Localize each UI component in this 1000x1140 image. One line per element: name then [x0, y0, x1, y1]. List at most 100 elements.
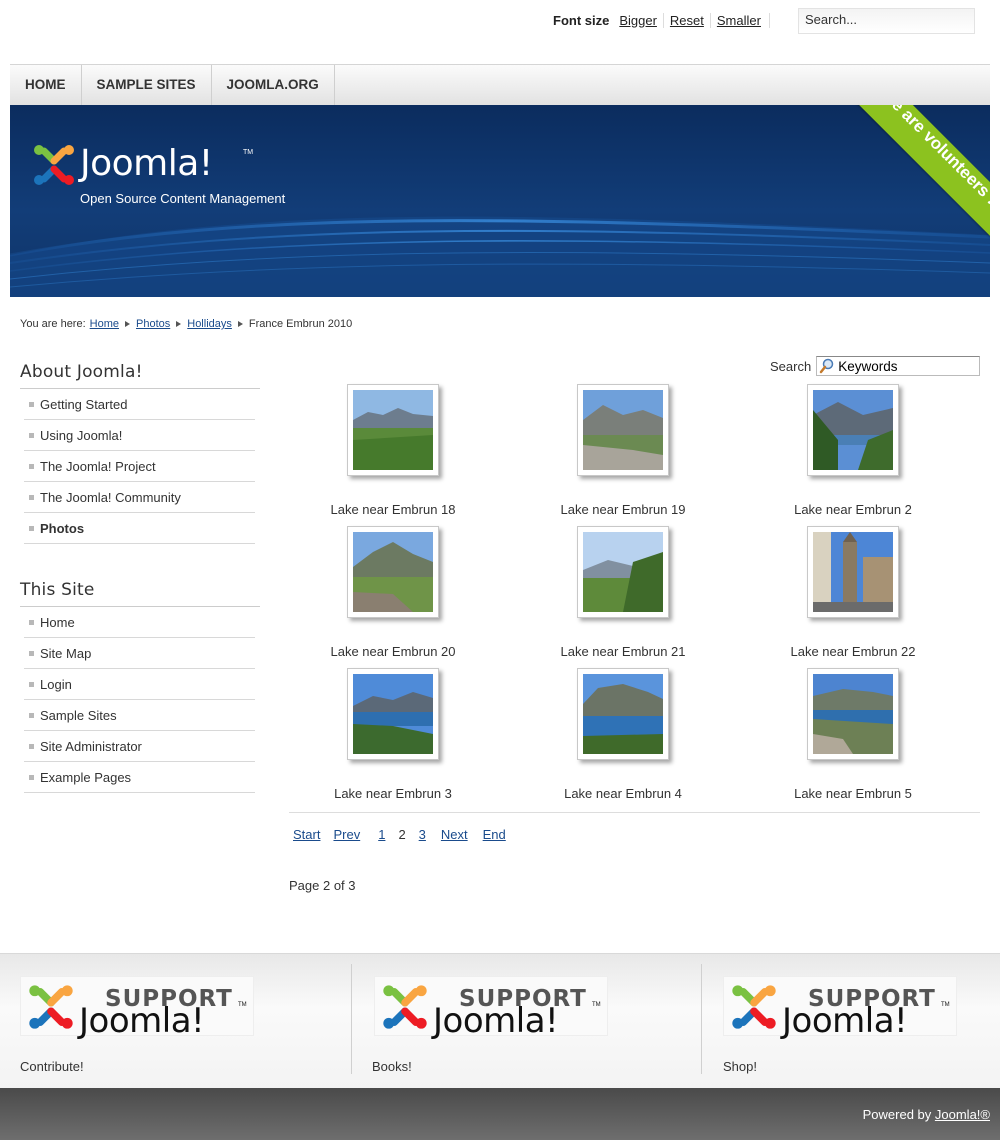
photo-caption: Lake near Embrun 22: [790, 644, 916, 659]
nav-item-joomla-org[interactable]: JOOMLA.ORG: [212, 65, 335, 105]
photo-item[interactable]: Lake near Embrun 4: [523, 668, 723, 801]
breadcrumb-arrow-icon: [237, 321, 243, 327]
nav-item-home[interactable]: HOME: [10, 65, 82, 105]
logo-trademark: TM: [243, 149, 254, 156]
footer-label-shop: Shop!: [723, 1059, 757, 1074]
sidebar-item-sample-sites[interactable]: Sample Sites: [24, 700, 255, 731]
breadcrumb: You are here: Home Photos Hollidays Fran…: [20, 318, 352, 330]
header-banner: Joomla! TM Open Source Content Managemen…: [10, 105, 990, 297]
breadcrumb-current: France Embrun 2010: [248, 318, 353, 330]
pager-page-1-link[interactable]: 1: [378, 827, 385, 842]
photo-item[interactable]: Lake near Embrun 21: [523, 526, 723, 659]
joomla-word: Joomla!: [433, 1001, 559, 1041]
photo-item[interactable]: Lake near Embrun 22: [753, 526, 953, 659]
font-size-label: Font size: [553, 13, 610, 28]
photo-caption: Lake near Embrun 2: [794, 502, 912, 517]
photo-caption: Lake near Embrun 20: [330, 644, 456, 659]
photo-item[interactable]: Lake near Embrun 18: [293, 384, 493, 517]
photo-caption: Lake near Embrun 19: [560, 502, 686, 517]
sidebar-item-home[interactable]: Home: [24, 607, 255, 638]
page-count: Page 2 of 3: [289, 878, 356, 893]
font-bigger-link[interactable]: Bigger: [619, 13, 663, 28]
breadcrumb-home-link[interactable]: Home: [90, 318, 119, 330]
top-bar: Font size Bigger Reset Smaller Search...: [0, 0, 1000, 60]
sidebar-item-getting-started[interactable]: Getting Started: [24, 389, 255, 420]
sidebar-item-login[interactable]: Login: [24, 669, 255, 700]
photo-thumbnail[interactable]: [347, 668, 439, 760]
photo-item[interactable]: Lake near Embrun 20: [293, 526, 493, 659]
site-search-input[interactable]: Search...: [798, 8, 975, 34]
nav-item-sample-sites[interactable]: SAMPLE SITES: [82, 65, 212, 105]
footer-module-contribute: SUPPORT Joomla! TM Contribute!: [20, 964, 340, 1074]
this-site-module: This Site Home Site Map Login Sample Sit…: [20, 580, 260, 793]
photo-thumbnail[interactable]: [347, 384, 439, 476]
photo-thumbnail[interactable]: [577, 384, 669, 476]
photo-thumbnail[interactable]: [347, 526, 439, 618]
pager-next-link[interactable]: Next: [441, 827, 468, 842]
bottom-bar: Powered by Joomla!®: [0, 1088, 1000, 1140]
footer-module-books: SUPPORT Joomla! TM Books!: [351, 964, 701, 1074]
photo-thumbnail[interactable]: [807, 526, 899, 618]
gallery-search-label: Search: [770, 358, 812, 374]
photo-caption: Lake near Embrun 5: [794, 786, 912, 801]
powered-by-text: Powered by: [862, 1107, 935, 1122]
pager-current-page: 2: [398, 827, 406, 842]
pager-prev-link[interactable]: Prev: [333, 827, 360, 842]
pager-page-3-link[interactable]: 3: [419, 827, 426, 842]
this-site-title: This Site: [20, 580, 260, 607]
joomla-word: Joomla!: [782, 1001, 908, 1041]
sidebar-item-joomla-community[interactable]: The Joomla! Community: [24, 482, 255, 513]
joomla-trademark: TM: [592, 1002, 601, 1008]
sidebar-item-site-administrator[interactable]: Site Administrator: [24, 731, 255, 762]
breadcrumb-photos-link[interactable]: Photos: [136, 318, 170, 330]
sidebar-item-using-joomla[interactable]: Using Joomla!: [24, 420, 255, 451]
photo-thumbnail[interactable]: [577, 668, 669, 760]
joomla-trademark: TM: [941, 1002, 950, 1008]
powered-by: Powered by Joomla!®: [863, 1107, 990, 1122]
pager-start-link[interactable]: Start: [293, 827, 320, 842]
powered-by-joomla-link[interactable]: Joomla!®: [935, 1107, 990, 1122]
gallery-divider: [289, 812, 980, 813]
pager-end-link[interactable]: End: [483, 827, 506, 842]
breadcrumb-arrow-icon: [125, 321, 130, 327]
gallery-search-value: Keywords: [838, 358, 898, 374]
font-reset-link[interactable]: Reset: [662, 13, 710, 28]
photo-item[interactable]: Lake near Embrun 2: [753, 384, 953, 517]
joomla-trademark: TM: [238, 1002, 247, 1008]
photo-thumbnail[interactable]: [577, 526, 669, 618]
magnifier-icon: [819, 358, 834, 374]
sidebar-item-photos[interactable]: Photos: [24, 513, 255, 544]
footer-modules: SUPPORT Joomla! TM Contribute! SUPPORT J…: [0, 953, 1000, 1088]
photo-item[interactable]: Lake near Embrun 19: [523, 384, 723, 517]
photo-caption: Lake near Embrun 18: [330, 502, 456, 517]
joomla-logo-icon: [30, 141, 78, 192]
gallery-search-input[interactable]: Keywords: [816, 356, 981, 376]
breadcrumb-arrow-icon: [176, 321, 182, 327]
photo-item[interactable]: Lake near Embrun 5: [753, 668, 953, 801]
joomla-logo-text: Joomla!: [80, 143, 213, 184]
breadcrumb-hollidays-link[interactable]: Hollidays: [187, 318, 232, 330]
sidebar-item-site-map[interactable]: Site Map: [24, 638, 255, 669]
about-joomla-title: About Joomla!: [20, 362, 260, 389]
sidebar-item-joomla-project[interactable]: The Joomla! Project: [24, 451, 255, 482]
support-joomla-badge[interactable]: SUPPORT Joomla! TM: [374, 976, 608, 1041]
joomla-logo-icon: [383, 985, 427, 1029]
sidebar-item-example-pages[interactable]: Example Pages: [24, 762, 255, 793]
joomla-word: Joomla!: [79, 1001, 205, 1041]
site-tagline: Open Source Content Management: [80, 191, 286, 206]
support-joomla-badge[interactable]: SUPPORT Joomla! TM: [20, 976, 254, 1041]
footer-module-shop: SUPPORT Joomla! TM Shop!: [701, 964, 1000, 1074]
font-size-controls: Font size Bigger Reset Smaller: [553, 13, 770, 28]
about-joomla-module: About Joomla! Getting Started Using Joom…: [20, 362, 260, 544]
photo-item[interactable]: Lake near Embrun 3: [293, 668, 493, 801]
pagination: Start Prev 1 2 3 Next End: [293, 827, 519, 842]
photo-thumbnail[interactable]: [807, 384, 899, 476]
photo-thumbnail[interactable]: [807, 668, 899, 760]
main-nav: HOME SAMPLE SITES JOOMLA.ORG: [10, 64, 990, 105]
support-joomla-badge[interactable]: SUPPORT Joomla! TM: [723, 976, 957, 1041]
joomla-logo-icon: [29, 985, 73, 1029]
footer-label-contribute: Contribute!: [20, 1059, 84, 1074]
footer-label-books: Books!: [372, 1059, 412, 1074]
breadcrumb-label: You are here:: [20, 318, 86, 330]
font-smaller-link[interactable]: Smaller: [709, 13, 770, 28]
